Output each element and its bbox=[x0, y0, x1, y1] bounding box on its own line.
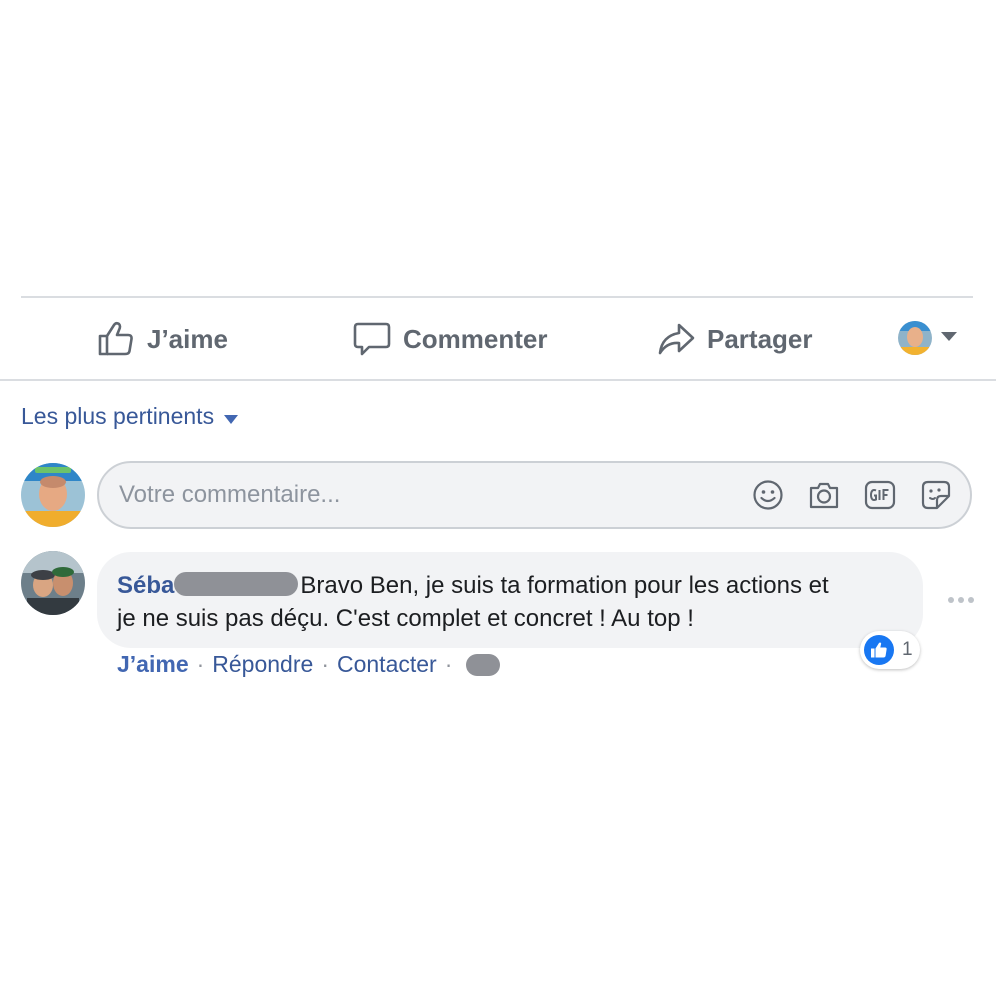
separator: · bbox=[196, 651, 205, 677]
facebook-post-comments: J’aime Commenter Partager Les plus perti… bbox=[0, 0, 996, 996]
avatar bbox=[898, 321, 932, 355]
caret-down-icon bbox=[940, 329, 958, 347]
more-options-icon[interactable] bbox=[946, 588, 976, 612]
divider bbox=[0, 379, 996, 381]
reaction-count-badge[interactable]: 1 bbox=[860, 631, 920, 669]
avatar bbox=[21, 463, 85, 527]
avatar[interactable] bbox=[21, 551, 85, 615]
speech-bubble-icon bbox=[353, 320, 391, 358]
thumbs-up-icon bbox=[97, 320, 135, 358]
comment-like-link[interactable]: J’aime bbox=[117, 651, 189, 678]
post-as-selector[interactable] bbox=[898, 321, 958, 355]
share-button-label: Partager bbox=[707, 323, 813, 354]
share-arrow-icon bbox=[657, 320, 695, 358]
sticker-icon[interactable] bbox=[920, 477, 952, 513]
comment-sort-dropdown[interactable]: Les plus pertinents bbox=[21, 403, 239, 430]
like-button[interactable]: J’aime bbox=[97, 298, 228, 380]
share-button[interactable]: Partager bbox=[657, 298, 813, 380]
comment-text-line-2: je ne suis pas déçu. C'est complet et co… bbox=[117, 605, 694, 632]
sort-label: Les plus pertinents bbox=[21, 403, 215, 429]
comment-composer bbox=[97, 461, 972, 529]
like-button-label: J’aime bbox=[147, 323, 228, 354]
comment-bubble: Séba Bravo Ben, je suis ta formation pour… bbox=[97, 552, 923, 648]
comment-text-line-1: Bravo Ben, je suis ta formation pour les… bbox=[300, 572, 829, 599]
comment-author[interactable]: Séba bbox=[117, 572, 174, 599]
comment-input[interactable] bbox=[119, 475, 719, 515]
comment-reply-link[interactable]: Répondre bbox=[212, 651, 313, 678]
comment-contact-link[interactable]: Contacter bbox=[337, 651, 437, 678]
reaction-count: 1 bbox=[902, 639, 913, 660]
post-action-bar: J’aime Commenter Partager bbox=[21, 298, 996, 380]
comment-button-label: Commenter bbox=[403, 323, 548, 354]
like-reaction-icon bbox=[864, 635, 894, 665]
redacted-name bbox=[174, 572, 299, 596]
camera-icon[interactable] bbox=[808, 477, 840, 513]
separator: · bbox=[444, 651, 453, 677]
separator: · bbox=[321, 651, 329, 677]
composer-toolbar bbox=[752, 477, 952, 513]
redacted-timestamp bbox=[466, 653, 501, 676]
comment-action-links: J’aime · Répondre · Contacter · bbox=[117, 651, 501, 678]
comment-line-1: Séba Bravo Ben, je suis ta formation pour… bbox=[117, 569, 903, 602]
caret-down-icon bbox=[224, 403, 239, 430]
emoji-icon[interactable] bbox=[752, 477, 784, 513]
gif-icon[interactable] bbox=[864, 477, 896, 513]
comment-line-2: je ne suis pas déçu. C'est complet et co… bbox=[117, 602, 903, 635]
comment-button[interactable]: Commenter bbox=[353, 298, 547, 380]
